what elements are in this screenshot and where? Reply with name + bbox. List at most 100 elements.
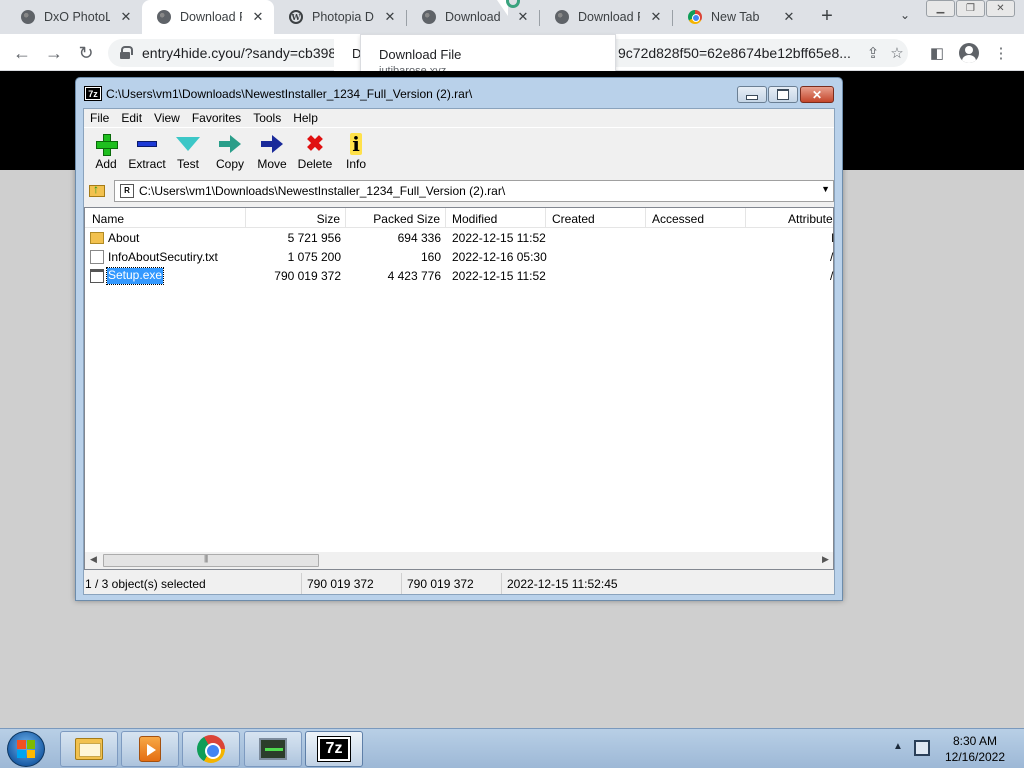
path-combobox[interactable]: R C:\Users\vm1\Downloads\NewestInstaller… <box>114 180 834 202</box>
path-text: C:\Users\vm1\Downloads\NewestInstaller_1… <box>139 184 506 198</box>
taskbar-network-monitor[interactable] <box>244 731 302 767</box>
tab-dxo-photolab[interactable]: DxO PhotoLa ✕ <box>6 0 142 34</box>
executable-icon <box>90 269 104 283</box>
globe-icon <box>20 9 36 25</box>
side-panel-icon[interactable]: ◧ <box>926 42 948 64</box>
taskbar-explorer[interactable] <box>60 731 118 767</box>
minimize-button[interactable] <box>737 86 767 103</box>
close-icon[interactable]: ✕ <box>781 9 797 25</box>
folder-icon <box>90 232 104 244</box>
column-header-packed-size[interactable]: Packed Size <box>346 208 446 228</box>
dropdown-arrow-icon[interactable]: ▼ <box>821 184 830 194</box>
tab-download-file[interactable]: Download Fi ✕ <box>540 0 672 34</box>
info-button[interactable]: i Info <box>334 132 378 176</box>
menu-view[interactable]: View <box>148 109 186 126</box>
menu-tools[interactable]: Tools <box>247 109 287 126</box>
column-header-accessed[interactable]: Accessed <box>646 208 746 228</box>
back-arrow-icon[interactable]: ← <box>10 41 34 65</box>
file-attributes: / <box>830 269 834 283</box>
profile-avatar-icon[interactable] <box>958 42 980 64</box>
move-button[interactable]: Move <box>250 132 294 176</box>
horizontal-scrollbar[interactable]: ◀ ▶ <box>85 552 833 569</box>
close-icon[interactable]: ✕ <box>118 9 134 25</box>
move-icon <box>261 135 283 153</box>
close-icon[interactable]: ✕ <box>382 9 398 25</box>
bookmark-star-icon[interactable]: ☆ <box>886 42 908 64</box>
close-icon[interactable]: ✕ <box>648 9 664 25</box>
sevenzip-client-area: File Edit View Favorites Tools Help Add … <box>83 108 835 595</box>
table-row[interactable]: About 5 721 956 694 336 2022-12-15 11:52… <box>85 229 834 248</box>
maximize-button[interactable] <box>768 86 798 103</box>
globe-icon <box>156 9 172 25</box>
file-packed-size: 160 <box>420 250 441 264</box>
status-selection: 1 / 3 object(s) selected <box>85 577 206 591</box>
scroll-left-arrow-icon[interactable]: ◀ <box>90 554 97 565</box>
column-header-created[interactable]: Created <box>546 208 646 228</box>
taskbar-chrome[interactable] <box>182 731 240 767</box>
sevenzip-titlebar[interactable]: 7z C:\Users\vm1\Downloads\NewestInstalle… <box>76 78 842 108</box>
sevenzip-toolbar: Add Extract Test Copy Move ✖ Delete i In… <box>84 127 834 177</box>
tab-hover-card-behind: D <box>334 34 360 74</box>
clock-date: 12/16/2022 <box>944 750 1006 764</box>
tab-title: New Tab <box>711 10 760 24</box>
scroll-right-arrow-icon[interactable]: ▶ <box>822 554 829 565</box>
extract-label: Extract <box>128 157 166 171</box>
close-icon[interactable]: ✕ <box>250 9 266 25</box>
network-tray-icon[interactable] <box>914 740 930 756</box>
file-attributes: / <box>830 250 834 264</box>
file-list: Name Size Packed Size Modified Created A… <box>84 207 834 570</box>
tab-search-chevron-icon[interactable]: ⌄ <box>896 8 914 26</box>
system-clock[interactable]: 8:30 AM 12/16/2022 <box>940 733 1010 765</box>
forward-arrow-icon[interactable]: → <box>42 41 66 65</box>
table-row[interactable]: InfoAboutSecutiry.txt 1 075 200 160 2022… <box>85 248 833 267</box>
column-header-size[interactable]: Size <box>246 208 346 228</box>
taskbar-7zip[interactable]: 7z <box>305 731 363 767</box>
kebab-menu-icon[interactable]: ⋮ <box>990 42 1012 64</box>
tab-new-tab[interactable]: New Tab ✕ <box>673 0 805 34</box>
menu-edit[interactable]: Edit <box>115 109 148 126</box>
close-icon[interactable]: ✕ <box>515 9 531 25</box>
restore-button[interactable]: ❐ <box>956 0 985 17</box>
copy-button[interactable]: Copy <box>208 132 252 176</box>
file-name: About <box>108 231 140 245</box>
tab-photopia[interactable]: W Photopia Dir ✕ <box>274 0 406 34</box>
tab-download[interactable]: Download ✕ <box>407 0 539 34</box>
add-icon <box>96 134 118 156</box>
taskbar-media-player[interactable] <box>121 731 179 767</box>
column-header-name[interactable]: Name <box>85 208 246 228</box>
network-monitor-icon <box>259 738 287 760</box>
parent-folder-button[interactable] <box>88 182 106 200</box>
new-tab-button[interactable]: + <box>816 6 838 28</box>
lock-icon[interactable] <box>120 46 133 59</box>
share-icon[interactable]: ⇪ <box>862 42 884 64</box>
menu-favorites[interactable]: Favorites <box>186 109 247 126</box>
windows-taskbar: 7z ▲ 8:30 AM 12/16/2022 <box>0 728 1024 768</box>
clock-time: 8:30 AM <box>952 734 998 748</box>
delete-icon: ✖ <box>305 131 325 156</box>
show-hidden-icons-arrow-icon[interactable]: ▲ <box>893 741 903 752</box>
tab-title: DxO PhotoLa <box>44 10 110 24</box>
start-button[interactable] <box>7 731 45 767</box>
menu-help[interactable]: Help <box>287 109 324 126</box>
tab-hover-title: Download File <box>379 47 462 62</box>
minimize-button[interactable]: ▁ <box>926 0 955 17</box>
close-window-button[interactable]: ✕ <box>986 0 1015 17</box>
sevenzip-app-icon: 7z <box>84 86 102 101</box>
file-size: 790 019 372 <box>274 269 341 283</box>
test-button[interactable]: Test <box>166 132 210 176</box>
tab-download-file-active[interactable]: Download Fi ✕ <box>142 0 274 34</box>
reload-icon[interactable]: ↻ <box>74 41 98 65</box>
table-row-selected[interactable]: Setup.exe 790 019 372 4 423 776 2022-12-… <box>85 267 833 286</box>
scrollbar-thumb[interactable] <box>103 554 319 567</box>
column-header-attributes[interactable]: Attribute <box>746 208 833 228</box>
text-file-icon <box>90 250 104 264</box>
delete-button[interactable]: ✖ Delete <box>293 132 337 176</box>
menu-file[interactable]: File <box>84 109 115 126</box>
move-label: Move <box>257 157 287 171</box>
column-header-modified[interactable]: Modified <box>446 208 546 228</box>
info-icon: i <box>350 133 362 155</box>
extract-button[interactable]: Extract <box>125 132 169 176</box>
status-divider <box>401 573 402 594</box>
add-button[interactable]: Add <box>84 132 128 176</box>
close-button[interactable]: ✕ <box>800 86 834 103</box>
